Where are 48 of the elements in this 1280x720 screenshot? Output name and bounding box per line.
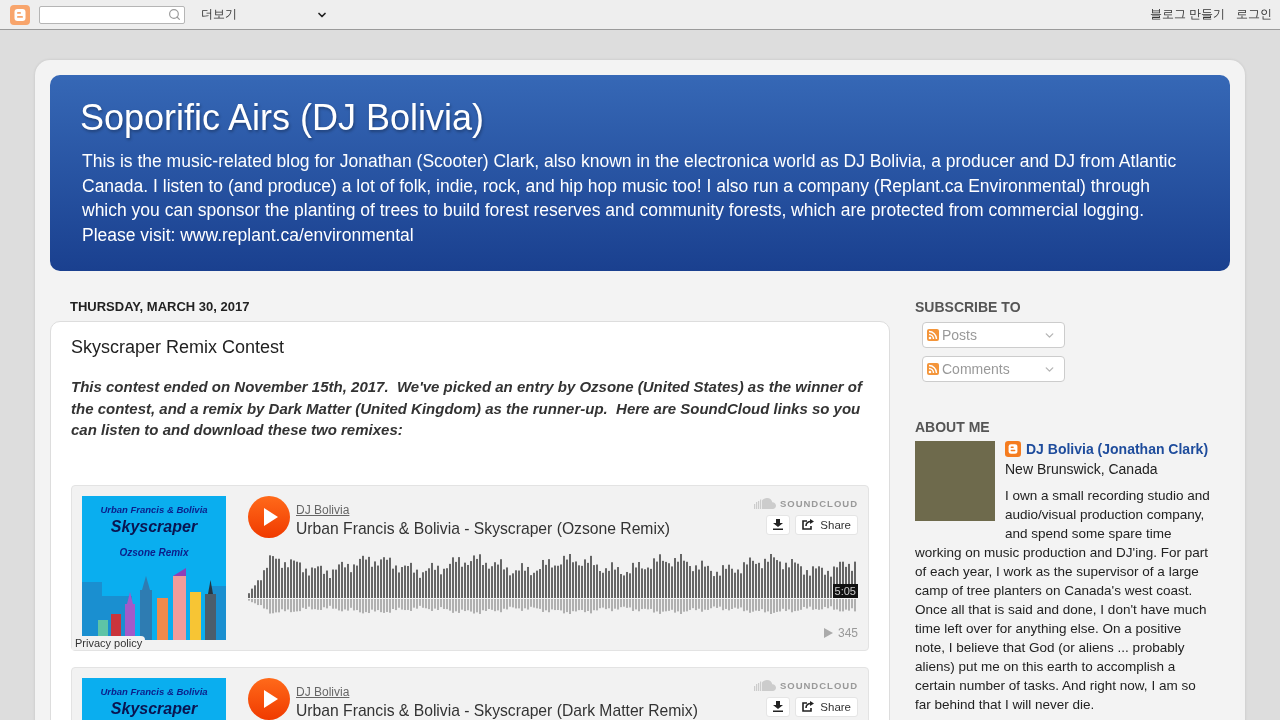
artwork-credit: Urban Francis & Bolivia	[100, 685, 208, 698]
artwork-title: Skyscraper	[110, 698, 198, 719]
logo-icon	[10, 4, 30, 25]
share-button[interactable]: Share	[795, 514, 858, 535]
post-intro: This contest ended on November 15th, 2017. We've picked an entry by Ozsone (United States) as the winner of the contest, and a remix by Dark Matter (United Kingdom) as the runner-up. Here are SoundCloud links so you can listen to and download these two remixes:	[71, 377, 864, 440]
artwork-title: Skyscraper	[110, 516, 198, 537]
download-icon	[773, 519, 784, 530]
nav-link[interactable]: 블로그 만들기	[1149, 6, 1225, 23]
share-icon	[802, 701, 815, 712]
rss-icon	[927, 363, 939, 375]
section-heading: SUBSCRIBE TO	[915, 299, 1022, 316]
play-button[interactable]	[248, 677, 290, 720]
profile-location: New Brunswick, Canada	[1004, 460, 1159, 479]
share-button[interactable]: Share	[795, 696, 858, 717]
nav-link[interactable]: 로그인	[1236, 6, 1272, 23]
artist-link[interactable]: DJ Bolivia	[296, 502, 350, 517]
brand-label: SOUNDCLOUD	[779, 497, 858, 510]
profile-link[interactable]: DJ Bolivia (Jonathan Clark)	[1026, 441, 1209, 457]
more-dropdown[interactable]: 더보기	[196, 3, 332, 26]
download-button[interactable]	[766, 514, 791, 535]
play-icon	[263, 689, 278, 708]
play-icon	[823, 627, 833, 638]
section-heading: ABOUT ME	[915, 419, 991, 436]
brand-label: SOUNDCLOUD	[779, 679, 858, 692]
track-title: Urban Francis & Bolivia - Skyscraper (Dark Matter Remix)	[296, 700, 699, 720]
post-date: THURSDAY, MARCH 30, 2017	[70, 299, 251, 315]
duration-label: 5:05	[832, 583, 858, 598]
blog-title: Soporific Airs (DJ Bolivia)	[80, 97, 486, 139]
download-button[interactable]	[766, 696, 791, 717]
logo-icon	[1005, 441, 1021, 457]
search-icon[interactable]	[168, 8, 181, 21]
artwork-credit: Urban Francis & Bolivia	[100, 503, 208, 516]
cloud-icon	[753, 498, 776, 509]
play-count: 345	[837, 625, 858, 640]
play-button[interactable]	[248, 495, 290, 538]
download-icon	[773, 701, 784, 712]
rss-icon	[927, 329, 939, 341]
play-icon	[263, 507, 278, 526]
search-field[interactable]	[39, 5, 185, 24]
track-title: Urban Francis & Bolivia - Skyscraper (Ozsone Remix)	[296, 518, 671, 538]
share-icon	[802, 519, 815, 530]
post-title: Skyscraper Remix Contest	[71, 336, 286, 358]
cloud-icon	[753, 680, 776, 691]
artwork-subtitle: Ozsone Remix	[119, 546, 189, 559]
blog-description: Please visit: www.replant.ca/environmental	[82, 223, 415, 247]
artist-link[interactable]: DJ Bolivia	[296, 684, 350, 699]
profile-bio: I own a small recording studio and audio/visual production company, and spend some spare time working on music production and DJ'ing. For part of each year, I work as the supervisor of a large camp of tree planters on Canada's west coast. Once all that is said and done, I don't have much time left over for anything else. On a positive note, I believe that God (or aliens ... probably aliens) put me on this earth to accomplish a certain number of tasks. And right now, I am so far behind that I will never die.	[915, 486, 1211, 714]
blog-description: This is the music-related blog for Jonathan (Scooter) Clark, also known in the electronica world as DJ Bolivia, a producer and DJ from Atlantic Canada. I listen to (and produce) a lot of folk, indie, rock, and hip hop music too! I also run a company (Replant.ca Environmental) through which you can sponsor the planting of trees to build forest reserves and community forests, which are protected from commercial logging.	[82, 150, 1178, 222]
